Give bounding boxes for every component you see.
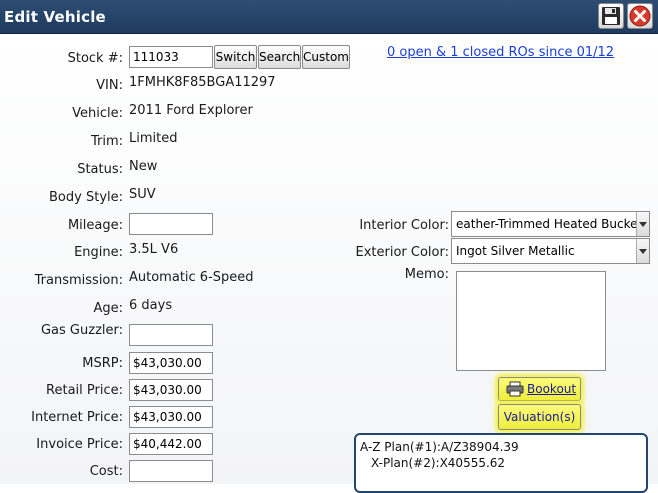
vin-label: VIN: [96,78,123,93]
exterior-color-value: Ingot Silver Metallic [456,244,575,258]
plan-pricing-box: A-Z Plan(#1):A/Z38904.39 X-Plan(#2):X405… [354,433,648,493]
interior-color-value: eather-Trimmed Heated Bucket [456,217,636,231]
chevron-down-icon[interactable] [636,239,649,263]
custom-button[interactable]: Custom [302,45,350,69]
search-button[interactable]: Search [258,45,301,69]
printer-icon [506,381,524,397]
cost-input[interactable] [129,460,213,482]
valuations-label: Valuation(s) [503,410,576,424]
plan-line-2: X-Plan(#2):X40555.62 [371,456,506,470]
close-icon [629,5,651,27]
interior-color-label: Interior Color: [359,218,449,233]
cost-label: Cost: [89,464,123,479]
chevron-down-icon[interactable] [636,212,649,236]
exterior-color-select[interactable]: Ingot Silver Metallic [451,238,650,264]
memo-textarea[interactable] [456,271,606,371]
gas-guzzler-input[interactable] [129,324,213,346]
invoice-price-label: Invoice Price: [36,437,123,452]
exterior-color-label: Exterior Color: [355,245,449,260]
status-label: Status: [77,162,123,177]
age-value: 6 days [129,298,173,313]
vehicle-value: 2011 Ford Explorer [129,103,253,118]
transmission-value: Automatic 6-Speed [129,270,254,285]
internet-price-input[interactable]: $43,030.00 [129,406,213,428]
vin-value: 1FMHK8F85BGA11297 [129,75,276,90]
memo-label: Memo: [404,267,449,282]
plan-line-1: A-Z Plan(#1):A/Z38904.39 [360,440,519,454]
gas-guzzler-label: Gas Guzzler: [40,323,123,338]
mileage-input[interactable] [129,213,213,235]
status-value: New [129,159,158,174]
trim-value: Limited [129,131,178,146]
body-style-value: SUV [129,187,156,202]
bookout-label: Bookout [527,382,577,396]
floppy-disk-icon [602,7,620,25]
msrp-input[interactable]: $43,030.00 [129,352,213,374]
internet-price-label: Internet Price: [31,410,123,425]
age-label: Age: [93,301,123,316]
switch-button[interactable]: Switch [214,45,257,69]
mileage-label: Mileage: [67,218,123,233]
window-title: Edit Vehicle [4,8,106,26]
close-button[interactable] [627,3,653,29]
engine-value: 3.5L V6 [129,242,179,257]
vehicle-label: Vehicle: [72,106,123,121]
retail-price-label: Retail Price: [46,383,123,398]
save-button[interactable] [598,3,624,29]
invoice-price-input[interactable]: $40,442.00 [129,433,213,455]
repair-orders-link[interactable]: 0 open & 1 closed ROs since 01/12 [387,45,614,60]
stock-label: Stock #: [67,51,123,66]
engine-label: Engine: [74,245,123,260]
transmission-label: Transmission: [34,273,123,288]
stock-input[interactable]: 111033 [129,46,213,68]
bookout-button[interactable]: Bookout [498,377,581,401]
msrp-label: MSRP: [82,356,123,371]
trim-label: Trim: [90,134,123,149]
valuations-button[interactable]: Valuation(s) [498,404,581,430]
body-style-label: Body Style: [49,190,123,205]
interior-color-select[interactable]: eather-Trimmed Heated Bucket [451,211,650,237]
title-bar: Edit Vehicle [0,0,658,34]
retail-price-input[interactable]: $43,030.00 [129,379,213,401]
